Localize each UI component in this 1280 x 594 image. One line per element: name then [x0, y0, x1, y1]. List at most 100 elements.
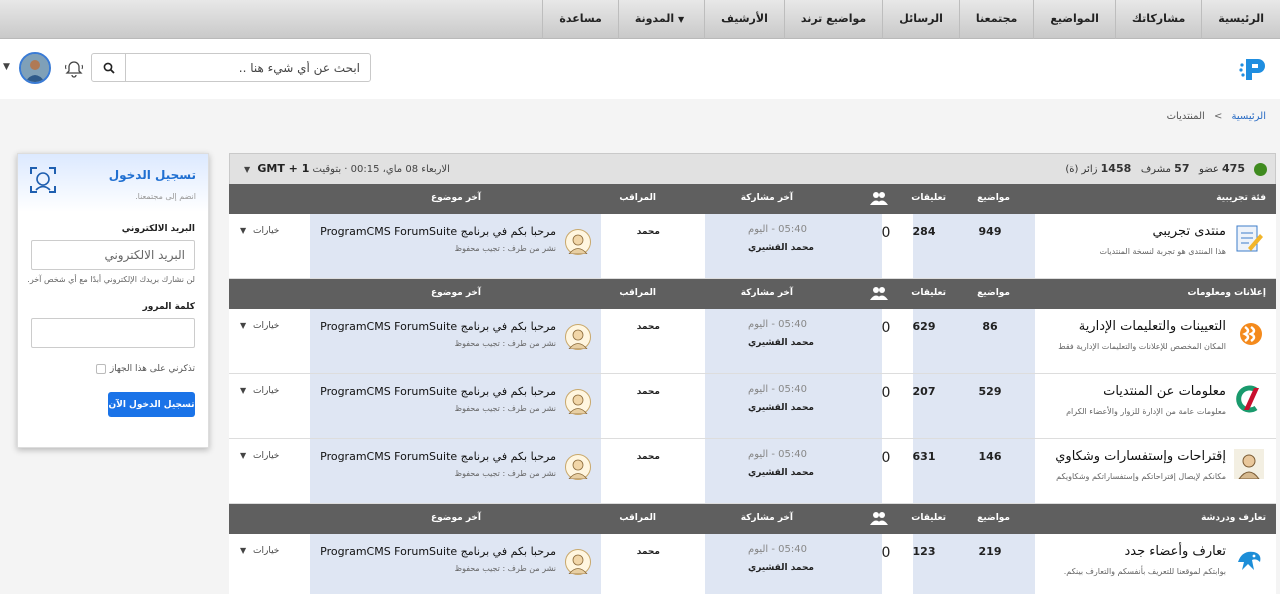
- forum-title[interactable]: إقتراحات وإستفسارات وشكاوي: [1055, 449, 1226, 464]
- email-help-text: لن نشارك بريدك الإلكتروني أبدًا مع أي شخ…: [27, 275, 195, 284]
- nav-trending[interactable]: مواضيع ترند: [783, 0, 882, 39]
- timezone-selector[interactable]: الاربعاء 08 ماي، 00:15 · بتوقيت GMT + 1 …: [244, 162, 450, 175]
- remember-checkbox[interactable]: [95, 364, 106, 374]
- nav-messages[interactable]: الرسائل: [882, 0, 959, 39]
- remember-label: تذكرني على هذا الجهاز: [109, 364, 195, 374]
- moderator-name[interactable]: محمد: [637, 452, 660, 462]
- category-name[interactable]: تعارف ودردشة: [1201, 513, 1266, 523]
- moderator-name[interactable]: محمد: [637, 322, 660, 332]
- chevron-down-icon: ▼: [240, 546, 247, 555]
- moderator-name[interactable]: محمد: [637, 387, 660, 397]
- current-time: الاربعاء 08 ماي، 00:15 · بتوقيت: [312, 164, 450, 175]
- column-topics: مواضيع: [977, 193, 1010, 203]
- login-button[interactable]: تسجيل الدخول الآن: [108, 392, 195, 417]
- options-label: خيارات: [253, 226, 280, 236]
- main-menu: الرئيسية مشاركاتك المواضيع مجتمعنا الرسا…: [542, 0, 1280, 39]
- nav-my-posts[interactable]: مشاركاتك: [1114, 0, 1201, 39]
- nav-help[interactable]: مساعدة: [542, 0, 618, 39]
- online-count: 0: [881, 545, 891, 561]
- last-topic-author: نشر من طرف : تجيب محفوظ: [454, 244, 556, 253]
- last-topic-title[interactable]: مرحبا بكم في برنامج ProgramCMS ForumSuit…: [320, 450, 556, 463]
- forum-description: مكانكم لإيصال إقتراحاتكم وإستفساراتكم وش…: [1056, 472, 1226, 481]
- nav-home[interactable]: الرئيسية: [1201, 0, 1280, 39]
- options-dropdown[interactable]: خيارات ▼: [240, 321, 279, 331]
- last-post-user[interactable]: محمد القشيري: [748, 468, 814, 478]
- login-panel: تسجيل الدخول انضم إلى مجتمعنا. البريد ال…: [17, 153, 209, 448]
- login-header: تسجيل الدخول انضم إلى مجتمعنا.: [18, 154, 208, 212]
- forum-row: تعارف وأعضاء جدد بوابتكم لموقعنا للتعريف …: [229, 534, 1276, 594]
- last-post-user[interactable]: محمد القشيري: [748, 403, 814, 413]
- nav-blog[interactable]: المدونة ▼: [617, 0, 704, 39]
- password-field[interactable]: [31, 318, 195, 348]
- moderator-name[interactable]: محمد: [637, 547, 660, 557]
- online-count: 0: [881, 225, 891, 241]
- chevron-down-icon: ▼: [677, 15, 685, 24]
- search-input[interactable]: [126, 54, 370, 81]
- last-topic-title[interactable]: مرحبا بكم في برنامج ProgramCMS ForumSuit…: [320, 545, 556, 558]
- forum-title[interactable]: معلومات عن المنتديات: [1103, 384, 1226, 399]
- chevron-down-icon: ▼: [244, 165, 251, 174]
- visitors-count: 1458: [1100, 162, 1132, 175]
- last-topic-title[interactable]: مرحبا بكم في برنامج ProgramCMS ForumSuit…: [320, 320, 556, 333]
- forum-row: منتدى تجريبي هذا المنتدى هو تجربة لنسخة ا…: [229, 214, 1276, 279]
- top-navigation: الرئيسية مشاركاتك المواضيع مجتمعنا الرسا…: [0, 0, 1280, 39]
- last-post-time: 05:40 - اليوم: [748, 384, 807, 395]
- author-avatar[interactable]: [565, 549, 591, 575]
- author-avatar[interactable]: [565, 229, 591, 255]
- column-moderator: المراقب: [619, 288, 656, 298]
- last-post-user[interactable]: محمد القشيري: [748, 338, 814, 348]
- column-moderator: المراقب: [619, 193, 656, 203]
- last-post-time: 05:40 - اليوم: [748, 449, 807, 460]
- column-topics: مواضيع: [977, 288, 1010, 298]
- online-status-icon: [1254, 163, 1267, 176]
- chevron-down-icon: ▼: [240, 321, 247, 330]
- options-dropdown[interactable]: خيارات ▼: [240, 451, 279, 461]
- chevron-down-icon: ▼: [240, 386, 247, 395]
- options-label: خيارات: [253, 546, 280, 556]
- column-last-topic: آخر موضوع: [430, 193, 481, 203]
- nav-archive[interactable]: الأرشيف: [704, 0, 784, 39]
- forum-title[interactable]: تعارف وأعضاء جدد: [1124, 544, 1226, 559]
- moderator-name[interactable]: محمد: [637, 227, 660, 237]
- avatar[interactable]: [19, 52, 51, 84]
- forum-title[interactable]: منتدى تجريبي: [1153, 224, 1227, 239]
- email-label: البريد الالكتروني: [121, 224, 195, 234]
- site-header: ▼: [0, 39, 1280, 99]
- chevron-down-icon[interactable]: ▼: [3, 62, 10, 72]
- password-label: كلمة المرور: [142, 302, 195, 312]
- last-topic-title[interactable]: مرحبا بكم في برنامج ProgramCMS ForumSuit…: [320, 225, 556, 238]
- forum-index: 475 عضو 57 مشرف 1458 زائر (ة) الاربعاء 0…: [229, 153, 1276, 594]
- category-name[interactable]: فئة تجريبية: [1216, 193, 1266, 203]
- forum-row: إقتراحات وإستفسارات وشكاوي مكانكم لإيصال …: [229, 439, 1276, 504]
- categories-list: فئة تجريبية مواضيع تعليقات آخر مشاركة المراق…: [229, 184, 1276, 594]
- logo-icon[interactable]: [1238, 53, 1270, 85]
- search-button[interactable]: [92, 54, 126, 81]
- author-avatar[interactable]: [565, 389, 591, 415]
- column-last-post: آخر مشاركة: [740, 288, 793, 298]
- category-name[interactable]: إعلانات ومعلومات: [1187, 288, 1266, 298]
- nav-topics[interactable]: المواضيع: [1033, 0, 1115, 39]
- author-avatar[interactable]: [565, 454, 591, 480]
- last-topic-title[interactable]: مرحبا بكم في برنامج ProgramCMS ForumSuit…: [320, 385, 556, 398]
- author-avatar[interactable]: [565, 324, 591, 350]
- options-dropdown[interactable]: خيارات ▼: [240, 226, 279, 236]
- face-id-icon: [30, 167, 56, 193]
- options-dropdown[interactable]: خيارات ▼: [240, 386, 279, 396]
- members-count: 475: [1222, 162, 1245, 175]
- last-topic-author: نشر من طرف : تجيب محفوظ: [454, 404, 556, 413]
- last-topic-author: نشر من طرف : تجيب محفوظ: [454, 339, 556, 348]
- topics-count: 146: [978, 450, 1002, 463]
- last-post-time: 05:40 - اليوم: [748, 319, 807, 330]
- bell-icon[interactable]: [64, 59, 84, 79]
- breadcrumb-home[interactable]: الرئيسية: [1232, 111, 1266, 122]
- forum-title[interactable]: التعيينات والتعليمات الإدارية: [1079, 319, 1226, 334]
- stats-bar: 475 عضو 57 مشرف 1458 زائر (ة) الاربعاء 0…: [229, 153, 1276, 184]
- nav-community[interactable]: مجتمعنا: [958, 0, 1033, 39]
- site-stats: 475 عضو 57 مشرف 1458 زائر (ة): [1065, 162, 1245, 175]
- last-post-user[interactable]: محمد القشيري: [748, 563, 814, 573]
- column-comments: تعليقات: [911, 288, 946, 298]
- options-dropdown[interactable]: خيارات ▼: [240, 546, 279, 556]
- remember-me[interactable]: تذكرني على هذا الجهاز: [31, 364, 195, 374]
- last-post-user[interactable]: محمد القشيري: [748, 243, 814, 253]
- email-field[interactable]: [31, 240, 195, 270]
